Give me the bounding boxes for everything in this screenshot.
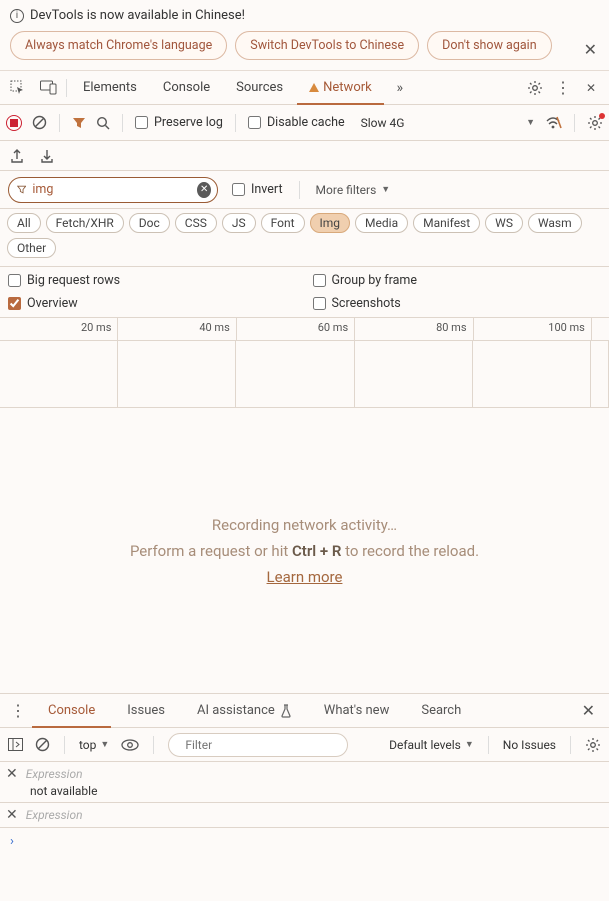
tab-network[interactable]: Network: [297, 71, 384, 105]
sidebar-toggle-icon[interactable]: [8, 738, 23, 751]
live-expressions: ✕ Expression not available ✕ Expression: [0, 762, 609, 828]
search-icon[interactable]: [96, 116, 110, 130]
throttle-arrow-icon[interactable]: ▼: [526, 117, 535, 128]
log-levels-select[interactable]: Default levels ▼: [389, 738, 474, 752]
type-chip-all[interactable]: All: [7, 213, 41, 233]
drawer-menu-icon[interactable]: ⋮: [4, 697, 32, 725]
funnel-icon: [17, 184, 26, 195]
empty-line2: Perform a request or hit Ctrl + R to rec…: [130, 542, 479, 560]
close-icon[interactable]: ✕: [584, 40, 597, 59]
import-export-row: [0, 141, 609, 171]
filter-toggle-icon[interactable]: [72, 116, 86, 130]
expression-placeholder[interactable]: Expression: [26, 767, 83, 781]
timeline-label: 40 ms: [118, 318, 236, 340]
issues-link[interactable]: No Issues: [503, 738, 556, 752]
type-chip-ws[interactable]: WS: [485, 213, 523, 233]
group-by-frame-checkbox[interactable]: Group by frame: [313, 273, 602, 288]
learn-more-link[interactable]: Learn more: [267, 568, 343, 586]
type-chip-wasm[interactable]: Wasm: [528, 213, 582, 233]
screenshots-checkbox[interactable]: Screenshots: [313, 296, 602, 311]
live-expression-row: ✕ Expression: [0, 803, 609, 827]
live-expression-icon[interactable]: [121, 739, 139, 751]
more-tabs-icon[interactable]: »: [386, 74, 414, 102]
filter-input-wrap: ✕: [8, 177, 218, 203]
info-icon: i: [10, 9, 24, 23]
record-button[interactable]: [6, 115, 22, 131]
device-toggle-icon[interactable]: [34, 74, 62, 102]
flask-icon: [280, 704, 292, 718]
timeline-label: 80 ms: [355, 318, 473, 340]
overview-checkbox[interactable]: Overview: [8, 296, 297, 311]
type-filter-chips: AllFetch/XHRDocCSSJSFontImgMediaManifest…: [0, 209, 609, 267]
clear-button[interactable]: [32, 115, 47, 130]
match-language-button[interactable]: Always match Chrome's language: [10, 31, 227, 60]
settings-gear-icon[interactable]: [521, 74, 549, 102]
warning-icon: [309, 83, 319, 92]
expression-placeholder[interactable]: Expression: [26, 808, 83, 822]
type-chip-css[interactable]: CSS: [175, 213, 217, 233]
tab-elements[interactable]: Elements: [71, 71, 149, 105]
big-rows-checkbox[interactable]: Big request rows: [8, 273, 297, 288]
empty-state: Recording network activity… Perform a re…: [0, 408, 609, 694]
display-options: Big request rows Overview Group by frame…: [0, 267, 609, 318]
filter-row: ✕ Invert More filters ▼: [0, 171, 609, 209]
more-filters-dropdown[interactable]: More filters ▼: [316, 183, 391, 197]
drawer-tabbar: ⋮ Console Issues AI assistance What's ne…: [0, 694, 609, 728]
context-select[interactable]: top ▼: [79, 738, 109, 752]
expression-value: not available: [6, 784, 603, 798]
type-chip-img[interactable]: Img: [310, 213, 351, 233]
console-settings-icon[interactable]: [585, 737, 601, 753]
drawer-tab-ai[interactable]: AI assistance: [181, 694, 308, 728]
console-filter-input[interactable]: [185, 738, 341, 752]
inspect-icon[interactable]: [4, 74, 32, 102]
timeline-label: 20 ms: [0, 318, 118, 340]
timeline-label: 100 ms: [474, 318, 592, 340]
live-expression-row: ✕ Expression not available: [0, 762, 609, 802]
clear-console-icon[interactable]: [35, 737, 50, 752]
import-har-icon[interactable]: [40, 148, 54, 163]
type-chip-js[interactable]: JS: [222, 213, 256, 233]
empty-line1: Recording network activity…: [212, 516, 397, 534]
export-har-icon[interactable]: [10, 148, 24, 163]
disable-cache-checkbox[interactable]: Disable cache: [248, 115, 345, 130]
timeline-label: 60 ms: [237, 318, 355, 340]
type-chip-fetchxhr[interactable]: Fetch/XHR: [46, 213, 124, 233]
console-filter-wrap: [168, 733, 348, 757]
language-notice: i DevTools is now available in Chinese! …: [0, 0, 609, 71]
remove-expression-icon[interactable]: ✕: [6, 766, 18, 782]
type-chip-doc[interactable]: Doc: [129, 213, 170, 233]
drawer-tab-whatsnew[interactable]: What's new: [308, 694, 406, 728]
drawer-tab-search[interactable]: Search: [405, 694, 477, 728]
throttling-select[interactable]: Slow 4G: [355, 114, 411, 132]
switch-chinese-button[interactable]: Switch DevTools to Chinese: [235, 31, 419, 60]
type-chip-font[interactable]: Font: [261, 213, 305, 233]
kebab-menu-icon[interactable]: ⋮: [549, 74, 577, 102]
preserve-log-checkbox[interactable]: Preserve log: [135, 115, 223, 130]
dont-show-again-button[interactable]: Don't show again: [427, 31, 552, 60]
network-settings-icon[interactable]: [587, 115, 603, 131]
overview-timeline[interactable]: 20 ms40 ms60 ms80 ms100 ms: [0, 318, 609, 408]
tab-sources[interactable]: Sources: [224, 71, 295, 105]
drawer-close-icon[interactable]: ✕: [572, 701, 605, 720]
notice-title: DevTools is now available in Chinese!: [30, 8, 245, 23]
drawer-tab-console[interactable]: Console: [32, 694, 111, 728]
network-conditions-icon[interactable]: [545, 115, 562, 130]
invert-checkbox[interactable]: Invert: [232, 182, 283, 197]
main-tabbar: Elements Console Sources Network » ⋮ ✕: [0, 71, 609, 105]
type-chip-manifest[interactable]: Manifest: [413, 213, 480, 233]
clear-filter-icon[interactable]: ✕: [197, 182, 211, 198]
remove-expression-icon[interactable]: ✕: [6, 807, 18, 823]
filter-input[interactable]: [32, 182, 191, 197]
tab-console[interactable]: Console: [151, 71, 222, 105]
type-chip-other[interactable]: Other: [7, 238, 56, 258]
console-prompt[interactable]: ›: [0, 828, 609, 855]
console-toolbar: top ▼ Default levels ▼ No Issues: [0, 728, 609, 762]
network-toolbar: Preserve log Disable cache Slow 4G ▼: [0, 105, 609, 141]
type-chip-media[interactable]: Media: [355, 213, 408, 233]
close-devtools-icon[interactable]: ✕: [577, 74, 605, 102]
drawer-tab-issues[interactable]: Issues: [111, 694, 181, 728]
